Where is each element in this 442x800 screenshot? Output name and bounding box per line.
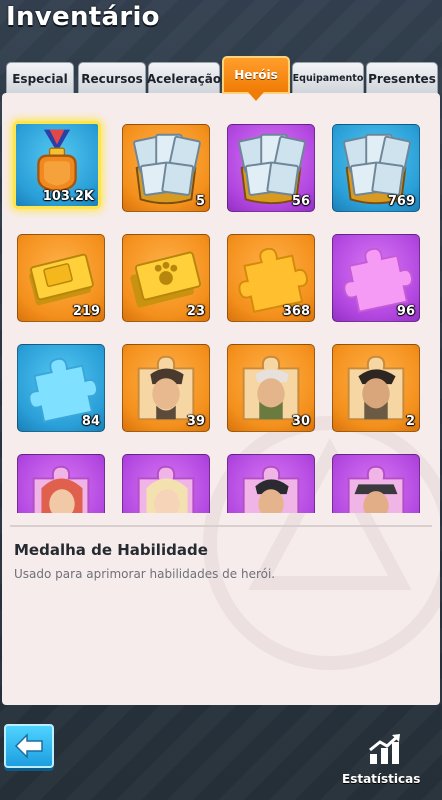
item-slot-pink-puzzle[interactable]: 96	[332, 234, 420, 322]
item-slot-hero-fragment[interactable]	[227, 454, 315, 513]
item-slot-gold-puzzle[interactable]: 368	[227, 234, 315, 322]
hero-fragment-icon	[32, 465, 90, 513]
tab-equipamento[interactable]: Equipamento	[292, 62, 364, 94]
hero-fragment-icon	[347, 465, 405, 513]
item-slot-hero-fragment[interactable]: 30	[227, 344, 315, 432]
item-slot-paw-ticket[interactable]: 23	[122, 234, 210, 322]
divider	[10, 525, 432, 527]
item-count: 96	[396, 304, 415, 319]
item-count: 368	[282, 304, 310, 319]
item-count: 2	[405, 414, 415, 429]
item-count: 84	[81, 414, 100, 429]
item-slot-hero-fragment[interactable]: 2	[332, 344, 420, 432]
item-slot-hero-fragment[interactable]: 39	[122, 344, 210, 432]
tab-presentes[interactable]: Presentes	[366, 62, 438, 94]
tab-aceleracao[interactable]: Aceleração	[147, 62, 221, 94]
item-slot-exp-books[interactable]: 56	[227, 124, 315, 212]
statistics-icon[interactable]	[368, 732, 402, 766]
item-count: 30	[291, 414, 310, 429]
hero-fragment-icon	[242, 465, 300, 513]
item-count: 23	[186, 304, 205, 319]
item-count: 5	[195, 194, 205, 209]
page-title: Inventário	[6, 2, 160, 32]
item-slot-exp-books[interactable]: 769	[332, 124, 420, 212]
item-slot-exp-books[interactable]: 5	[122, 124, 210, 212]
item-count: 103.2K	[42, 189, 94, 204]
tab-recursos[interactable]: Recursos	[78, 62, 146, 94]
item-slot-hero-fragment[interactable]	[332, 454, 420, 513]
item-count: 56	[291, 194, 310, 209]
item-name: Medalha de Habilidade	[14, 541, 208, 559]
item-description: Usado para aprimorar habilidades de heró…	[14, 567, 276, 581]
item-count: 219	[72, 304, 100, 319]
tab-especial[interactable]: Especial	[6, 62, 74, 94]
item-slot-hero-fragment[interactable]	[122, 454, 210, 513]
hero-fragment-icon	[137, 465, 195, 513]
statistics-label[interactable]: Estatísticas	[342, 772, 420, 786]
inventory-panel: 103.2K 5 56 769 219 23 368 96 84 39 30 2…	[2, 93, 440, 705]
category-tabs: Especial Recursos Aceleração Heróis Equi…	[2, 56, 440, 94]
item-grid: 103.2K 5 56 769 219 23 368 96 84 39 30 2	[2, 93, 440, 513]
item-slot-blue-puzzle[interactable]: 84	[17, 344, 105, 432]
item-count: 39	[186, 414, 205, 429]
tab-herois[interactable]: Heróis	[222, 56, 290, 94]
item-count: 769	[387, 194, 415, 209]
item-slot-gold-ticket[interactable]: 219	[17, 234, 105, 322]
back-arrow-icon	[14, 733, 43, 759]
back-button[interactable]	[4, 724, 54, 768]
item-slot-hero-fragment[interactable]	[17, 454, 105, 513]
item-slot-skill-medal[interactable]: 103.2K	[13, 121, 101, 209]
